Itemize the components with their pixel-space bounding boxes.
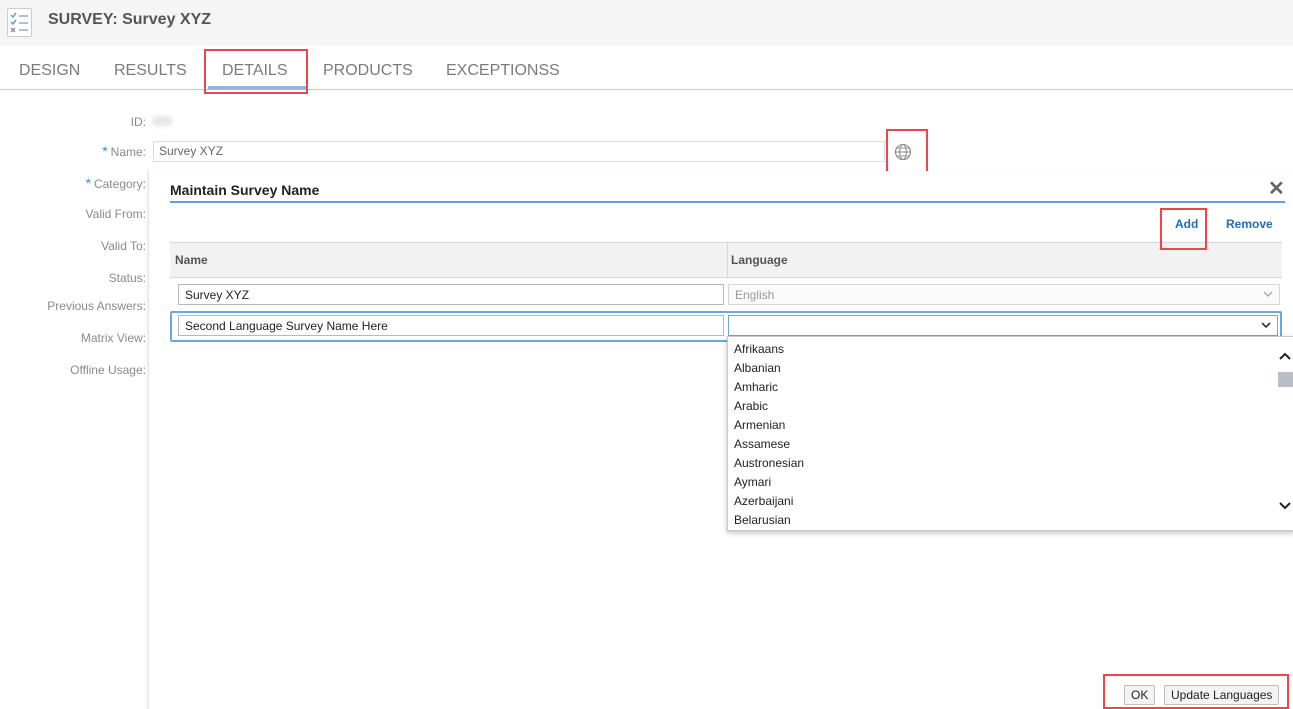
language-option[interactable]: Afrikaans — [734, 342, 784, 356]
language-option[interactable]: Austronesian — [734, 456, 804, 470]
add-button[interactable]: Add — [1175, 217, 1198, 231]
id-value-redacted — [152, 116, 172, 126]
id-label: ID: — [130, 115, 146, 129]
chevron-down-icon — [1263, 291, 1273, 298]
language-option[interactable]: Albanian — [734, 361, 781, 375]
maintain-survey-name-dialog: Maintain Survey Name ✕ Add Remove Name L… — [148, 171, 1293, 709]
required-marker: * — [102, 143, 108, 159]
dialog-title-divider — [170, 201, 1285, 203]
language-dropdown-list[interactable]: Afrikaans Albanian Amharic Arabic Armeni… — [727, 336, 1293, 531]
name-field[interactable]: Survey XYZ — [153, 141, 885, 162]
ok-button[interactable]: OK — [1124, 685, 1156, 705]
tab-results[interactable]: RESULTS — [114, 62, 187, 80]
tab-bar: DESIGN RESULTS DETAILS PRODUCTS EXCEPTIO… — [0, 52, 1293, 90]
tab-products[interactable]: PRODUCTS — [323, 62, 413, 80]
language-option[interactable]: Armenian — [734, 418, 785, 432]
remove-button[interactable]: Remove — [1226, 217, 1273, 231]
row-1-language-select[interactable]: English — [728, 284, 1280, 305]
globe-icon[interactable] — [894, 143, 912, 161]
dialog-title: Maintain Survey Name — [170, 182, 320, 198]
tab-details[interactable]: DETAILS — [222, 62, 288, 80]
language-option[interactable]: Assamese — [734, 437, 790, 451]
column-header-language: Language — [731, 253, 788, 267]
tab-exceptions[interactable]: EXCEPTIONSS — [446, 62, 560, 80]
close-icon[interactable]: ✕ — [1268, 179, 1285, 199]
category-label: * Category: — [85, 175, 146, 191]
update-languages-button[interactable]: Update Languages — [1164, 685, 1280, 705]
row-1-name-input[interactable]: Survey XYZ — [178, 284, 724, 305]
scroll-down-icon[interactable] — [1277, 497, 1293, 513]
valid-to-label: Valid To: — [101, 239, 146, 253]
language-option[interactable]: Azerbaijani — [734, 494, 793, 508]
language-option[interactable]: Aymari — [734, 475, 771, 489]
offline-usage-label: Offline Usage: — [70, 363, 146, 377]
active-tab-indicator — [208, 86, 306, 90]
column-divider — [727, 243, 728, 277]
tab-design[interactable]: DESIGN — [19, 62, 80, 80]
row-2-name-input[interactable]: Second Language Survey Name Here — [178, 315, 724, 336]
name-label: * Name: — [102, 143, 146, 159]
matrix-view-label: Matrix View: — [80, 331, 146, 345]
scroll-up-icon[interactable] — [1277, 349, 1293, 365]
chevron-down-icon — [1261, 322, 1271, 329]
survey-checklist-icon — [7, 8, 32, 37]
status-label: Status: — [108, 271, 146, 285]
language-option[interactable]: Amharic — [734, 380, 778, 394]
row-2-language-select[interactable] — [728, 315, 1278, 336]
column-header-name: Name — [175, 253, 208, 267]
valid-from-label: Valid From: — [85, 207, 146, 221]
app-header: SURVEY: Survey XYZ — [0, 0, 1293, 46]
language-option[interactable]: Arabic — [734, 399, 768, 413]
scrollbar-thumb[interactable] — [1278, 372, 1293, 387]
grid-header: Name Language — [170, 242, 1282, 278]
previous-answers-label: Previous Answers: — [47, 299, 146, 313]
page-title: SURVEY: Survey XYZ — [48, 11, 212, 28]
language-option[interactable]: Belarusian — [734, 513, 791, 527]
